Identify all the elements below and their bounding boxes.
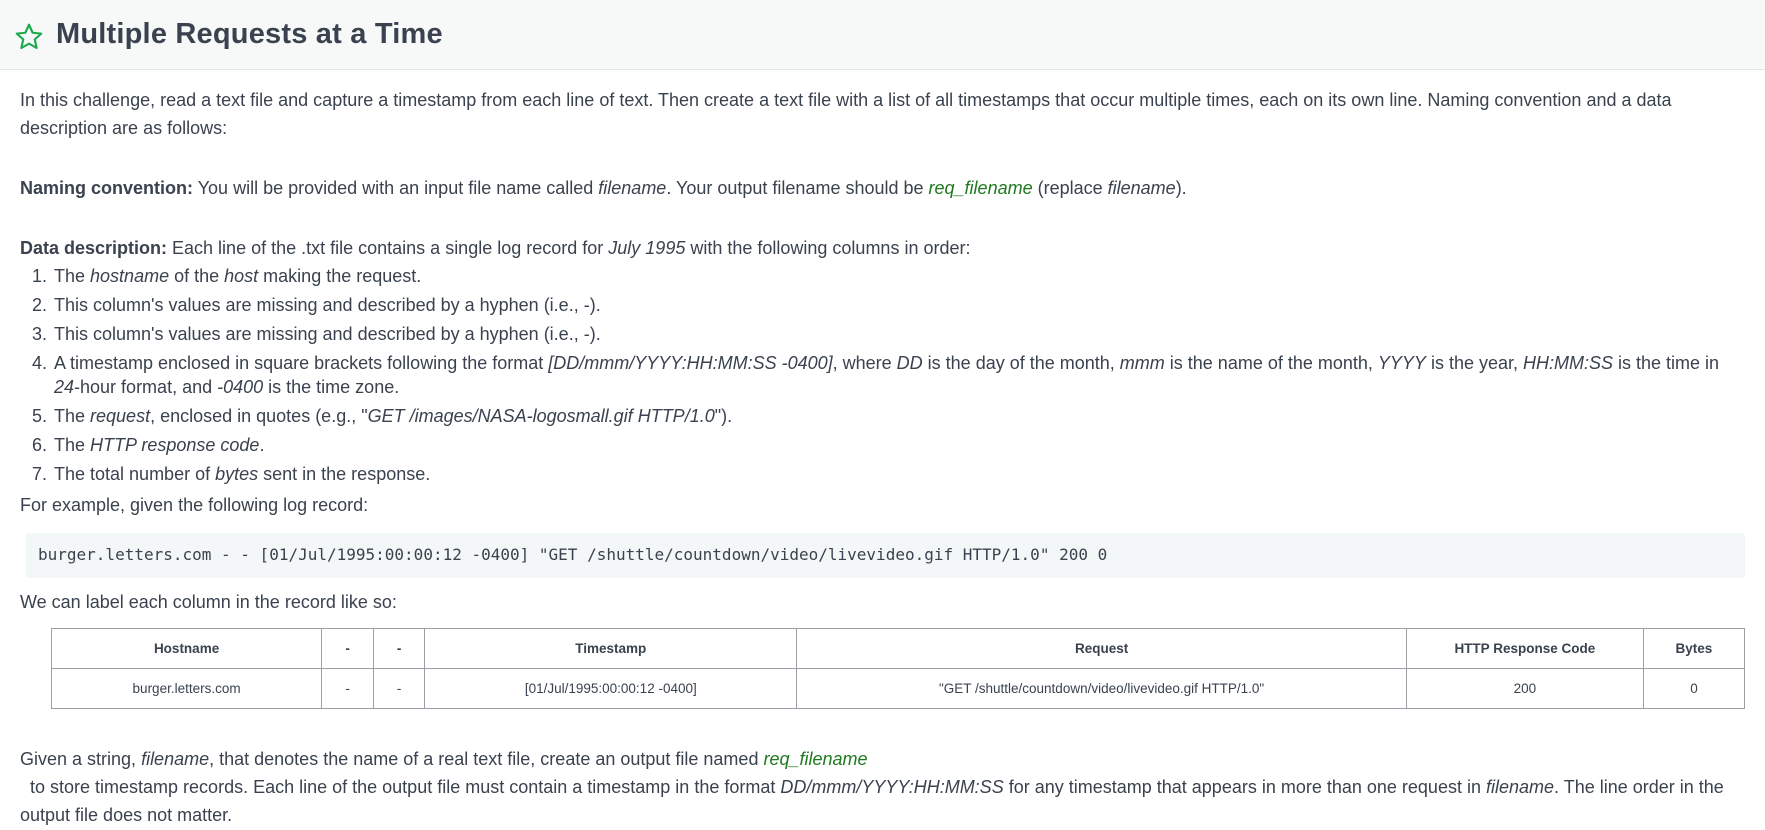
data-description-text: Each line of the .txt file contains a si… [167, 238, 609, 258]
page-title: Multiple Requests at a Time [56, 18, 443, 50]
task-paragraph: Given a string, filename, that denotes t… [20, 749, 1724, 825]
table-cell: 200 [1405, 668, 1644, 709]
list-item: A timestamp enclosed in square brackets … [52, 351, 1745, 399]
filename-term: filename [1485, 777, 1555, 797]
header-dash: - [321, 628, 375, 669]
table-cell: [01/Jul/1995:00:00:12 -0400] [424, 668, 798, 709]
list-item: The request, enclosed in quotes (e.g., "… [52, 404, 1745, 428]
table-cell: - [321, 668, 375, 709]
naming-text: You will be provided with an input file … [193, 178, 599, 198]
header-request: Request [796, 628, 1407, 669]
timestamp-format-term: DD/mmm/YYYY:HH:MM:SS [780, 777, 1004, 797]
table-cell: burger.letters.com [50, 668, 323, 709]
list-item: The hostname of the host making the requ… [52, 264, 1745, 288]
columns-list: The hostname of the host making the requ… [20, 264, 1745, 486]
example-intro: For example, given the following log rec… [20, 495, 369, 515]
req-filename-term: req_filename [928, 178, 1033, 198]
intro-paragraph: In this challenge, read a text file and … [20, 90, 1672, 138]
filename-term: filename [598, 178, 667, 198]
header-hostname: Hostname [50, 628, 323, 669]
label-intro: We can label each column in the record l… [20, 592, 397, 612]
naming-text: (replace [1032, 178, 1108, 198]
star-outline-icon[interactable] [14, 22, 44, 52]
filename-term: filename [1107, 178, 1176, 198]
table-cell: "GET /shuttle/countdown/video/livevideo.… [796, 668, 1407, 709]
list-item: The total number of bytes sent in the re… [52, 462, 1745, 486]
month-term: July 1995 [608, 238, 686, 258]
table-row: burger.letters.com - - [01/Jul/1995:00:0… [50, 668, 1746, 709]
list-item: This column's values are missing and des… [52, 322, 1745, 346]
header-bytes: Bytes [1642, 628, 1746, 669]
header-http-response-code: HTTP Response Code [1405, 628, 1644, 669]
list-item: This column's values are missing and des… [52, 293, 1745, 317]
naming-text: . Your output filename should be [666, 178, 929, 198]
naming-label: Naming convention: [20, 178, 194, 198]
record-columns-table: Hostname - - Timestamp Request HTTP Resp… [50, 628, 1746, 709]
challenge-header: Multiple Requests at a Time [0, 0, 1765, 70]
list-item: The HTTP response code. [52, 433, 1745, 457]
naming-text: ). [1175, 178, 1187, 198]
data-description-paragraph: Data description: Each line of the .txt … [20, 234, 1745, 262]
table-cell: 0 [1642, 668, 1746, 709]
example-log-record: burger.letters.com - - [01/Jul/1995:00:0… [26, 533, 1745, 578]
problem-statement: In this challenge, read a text file and … [0, 70, 1765, 829]
req-filename-term: req_filename [763, 749, 868, 769]
header-dash: - [373, 628, 426, 669]
header-timestamp: Timestamp [424, 628, 798, 669]
table-header-row: Hostname - - Timestamp Request HTTP Resp… [50, 628, 1746, 669]
filename-term: filename [141, 749, 210, 769]
data-description-label: Data description: [20, 238, 168, 258]
table-cell: - [373, 668, 426, 709]
data-description-text: with the following columns in order: [685, 238, 971, 258]
naming-convention-paragraph: Naming convention: You will be provided … [20, 174, 1745, 202]
